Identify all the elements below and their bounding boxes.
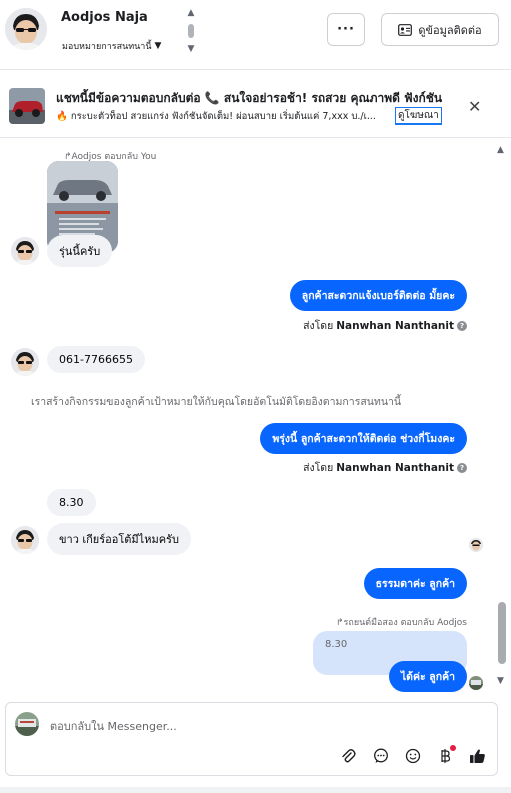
outgoing-message[interactable]: ลูกค้าสะดวกแจ้งเบอร์ติดต่อ มั้ยคะ [289, 280, 467, 311]
contact-card-icon [398, 23, 413, 36]
ad-title: แชทนี้มีข้อความตอบกลับต่อ 📞 สนใจอย่ารอช้… [56, 91, 443, 105]
contact-avatar-small[interactable] [11, 526, 39, 554]
paperclip-icon[interactable] [339, 747, 357, 765]
scroll-down-icon[interactable]: ▼ [497, 676, 504, 686]
baht-icon[interactable] [436, 745, 456, 765]
assign-conversation-dropdown[interactable]: มอบหมายการสนทนานี้ ▼ [62, 39, 161, 53]
contact-name[interactable]: Aodjos Naja [61, 10, 148, 25]
view-contact-button[interactable]: ดูข้อมูลติดต่อ [381, 13, 499, 46]
chat-bubble-icon[interactable] [372, 747, 390, 765]
conversation-stepper[interactable]: ▲ ▼ [185, 8, 197, 54]
contact-avatar[interactable] [5, 8, 47, 50]
incoming-message[interactable]: ขาว เกียร์ออโต้มีไหมครับ [47, 523, 191, 555]
chevron-down-icon: ▼ [154, 41, 162, 51]
incoming-message[interactable]: รุ่นนี้ครับ [47, 235, 113, 267]
outgoing-message[interactable]: ได้ค่ะ ลูกค้า [388, 661, 467, 692]
seen-receipt-avatar [469, 538, 483, 552]
outgoing-message[interactable]: ธรรมดาค่ะ ลูกค้า [363, 568, 467, 599]
sent-by-label: ส่งโดย Nanwhan Nanthanit ? [303, 459, 467, 476]
question-icon[interactable]: ? [457, 462, 467, 473]
sent-by-label: ส่งโดย Nanwhan Nanthanit ? [303, 317, 467, 334]
chevron-up-icon[interactable]: ▲ [188, 8, 195, 18]
incoming-message[interactable]: 8.30 [47, 489, 96, 516]
system-notice: เราสร้างกิจกรรมของลูกค้าเป้าหมายให้กับคุ… [31, 396, 402, 408]
conversation-header: Aodjos Naja มอบหมายการสนทนานี้ ▼ ▲ ▼ ···… [0, 0, 511, 70]
message-thread[interactable]: ↱Aodjos ตอบกลับ You รุ่นนี้ครับ ลูกค้าสะ… [0, 142, 495, 694]
ad-subtitle: 🔥 กระบะตัวท็อป สวยแกร่ง ฟังก์ชันจัดเต็ม!… [56, 111, 376, 122]
reply-composer[interactable]: ตอบกลับใน Messenger... [5, 702, 498, 776]
ad-context-banner: แชทนี้มีข้อความตอบกลับต่อ 📞 สนใจอย่ารอช้… [0, 76, 511, 138]
question-icon[interactable]: ? [457, 320, 467, 331]
more-options-button[interactable]: ··· [327, 13, 365, 46]
view-ad-link[interactable]: ดูโฆษณา [395, 107, 442, 125]
reply-arrow-icon: ↱ [335, 618, 344, 628]
chevron-down-icon[interactable]: ▼ [188, 44, 195, 54]
assign-label: มอบหมายการสนทนานี้ [62, 42, 152, 52]
bottom-strip [0, 787, 511, 793]
ad-thumbnail[interactable] [9, 88, 45, 124]
outgoing-message[interactable]: พรุ่งนี้ ลูกค้าสะดวกให้ติดต่อ ช่วงกี่โมง… [260, 423, 467, 454]
incoming-message[interactable]: 061-7766655 [47, 346, 145, 373]
stepper-bar [188, 24, 194, 38]
scrollbar-thumb[interactable] [498, 602, 506, 664]
scroll-up-icon[interactable]: ▲ [497, 145, 504, 155]
thumbs-up-icon[interactable] [468, 747, 486, 765]
notification-dot [450, 745, 456, 751]
thread-scrollbar[interactable]: ▲ ▼ [495, 142, 509, 694]
contact-avatar-small[interactable] [11, 237, 39, 265]
reply-meta: ↱รถยนต์มือสอง ตอบกลับ Aodjos [335, 618, 467, 628]
close-icon[interactable]: ✕ [468, 97, 481, 116]
view-contact-label: ดูข้อมูลติดต่อ [418, 23, 482, 37]
messenger-inbox-panel: Aodjos Naja มอบหมายการสนทนานี้ ▼ ▲ ▼ ···… [0, 0, 511, 793]
reply-input[interactable]: ตอบกลับใน Messenger... [50, 717, 177, 735]
contact-avatar-small[interactable] [11, 348, 39, 376]
page-avatar [15, 712, 39, 736]
smiley-icon[interactable] [404, 747, 422, 765]
seen-receipt-avatar [469, 676, 483, 690]
